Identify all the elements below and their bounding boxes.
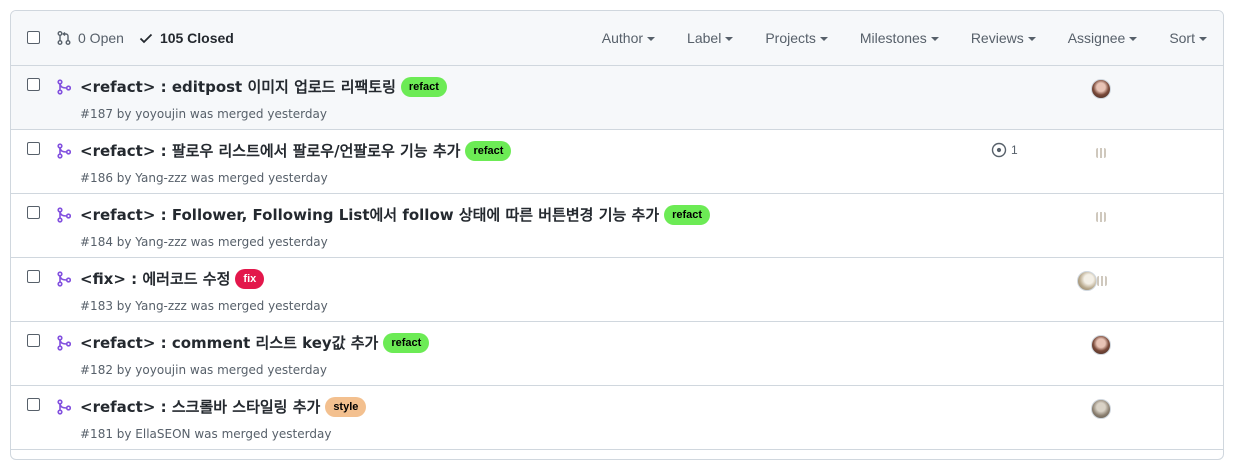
label-badge[interactable]: style: [325, 396, 367, 417]
avatar[interactable]: [1077, 271, 1097, 291]
merged-icon: [57, 399, 71, 415]
label-badge[interactable]: fix: [235, 268, 265, 289]
pull-request-title[interactable]: <refact> : comment 리스트 key값 추가: [80, 332, 378, 353]
caret-down-icon: [725, 37, 734, 41]
filter-label: Milestones: [859, 30, 927, 46]
pull-request-row: <refact> : Follower, Following List에서 fo…: [11, 194, 1223, 258]
assignee-avatars[interactable]: [1077, 271, 1107, 291]
comment-count: 1: [1011, 143, 1018, 157]
row-checkbox[interactable]: [27, 398, 40, 411]
merged-icon: [57, 207, 71, 223]
assignee-avatars[interactable]: [1096, 143, 1106, 158]
pull-request-row: <refact> : editpost 이미지 업로드 리팩토링 refact …: [11, 66, 1223, 130]
pull-request-title[interactable]: <refact> : 팔로우 리스트에서 팔로우/언팔로우 기능 추가: [80, 140, 460, 161]
pull-request-rows: <refact> : editpost 이미지 업로드 리팩토링 refact …: [11, 66, 1223, 450]
pull-request-row: <refact> : 팔로우 리스트에서 팔로우/언팔로우 기능 추가 refa…: [11, 130, 1223, 194]
pull-request-title[interactable]: <refact> : 스크롤바 스타일링 추가: [80, 396, 320, 417]
assignee-filter[interactable]: Assignee: [1068, 30, 1138, 46]
caret-down-icon: [819, 37, 828, 41]
pull-request-row: <refact> : 스크롤바 스타일링 추가 style #181 by El…: [11, 386, 1223, 450]
caret-down-icon: [1199, 37, 1207, 41]
pull-request-title[interactable]: <refact> : editpost 이미지 업로드 리팩토링: [80, 76, 396, 97]
filter-label: Projects: [765, 30, 816, 46]
avatar[interactable]: [1091, 79, 1111, 99]
assignee-avatars[interactable]: [1091, 335, 1111, 355]
pull-request-meta: #187 by yoyoujin was merged yesterday: [80, 107, 327, 121]
pull-request-meta: #186 by Yang-zzz was merged yesterday: [80, 171, 328, 185]
caret-down-icon: [930, 37, 939, 41]
label-badge[interactable]: refact: [664, 204, 711, 225]
reviews-filter[interactable]: Reviews: [971, 30, 1036, 46]
select-all-checkbox[interactable]: [27, 31, 40, 44]
merged-icon: [57, 143, 71, 159]
filter-label: Sort: [1169, 30, 1195, 46]
projects-filter[interactable]: Projects: [765, 30, 828, 46]
caret-down-icon: [647, 37, 656, 41]
avatar[interactable]: [1096, 148, 1106, 158]
pull-request-meta: #182 by yoyoujin was merged yesterday: [80, 363, 327, 377]
pull-request-title[interactable]: <fix> : 에러코드 수정: [80, 268, 230, 289]
pull-request-meta: #184 by Yang-zzz was merged yesterday: [80, 235, 328, 249]
pull-request-meta: #183 by Yang-zzz was merged yesterday: [80, 299, 328, 313]
merged-icon: [57, 79, 71, 95]
filter-label: Author: [601, 30, 644, 46]
row-checkbox[interactable]: [27, 206, 40, 219]
open-filter[interactable]: 0 Open: [56, 30, 124, 46]
row-checkbox[interactable]: [27, 78, 40, 91]
list-header: 0 Open 105 Closed Author Label Projects …: [11, 11, 1223, 66]
sort-filter[interactable]: Sort: [1169, 30, 1207, 46]
caret-down-icon: [1129, 37, 1138, 41]
row-checkbox[interactable]: [27, 334, 40, 347]
pull-request-row: <refact> : comment 리스트 key값 추가 refact #1…: [11, 322, 1223, 386]
comment-dot-icon: [991, 142, 1007, 158]
merged-icon: [57, 271, 71, 287]
row-checkbox[interactable]: [27, 270, 40, 283]
author-filter[interactable]: Author: [601, 30, 656, 46]
open-count-label: 0 Open: [78, 30, 124, 46]
comments-link[interactable]: 1: [991, 142, 1018, 158]
closed-count-label: 105 Closed: [159, 30, 234, 46]
pull-request-list: 0 Open 105 Closed Author Label Projects …: [10, 10, 1224, 460]
label-filter[interactable]: Label: [687, 30, 734, 46]
pull-request-title[interactable]: <refact> : Follower, Following List에서 fo…: [80, 204, 659, 225]
assignee-avatars[interactable]: [1091, 79, 1111, 99]
assignee-avatars[interactable]: [1091, 399, 1111, 419]
avatar[interactable]: [1096, 212, 1106, 222]
filter-label: Assignee: [1067, 30, 1126, 46]
row-checkbox[interactable]: [27, 142, 40, 155]
label-badge[interactable]: refact: [465, 140, 512, 161]
filter-label: Label: [687, 30, 722, 46]
avatar[interactable]: [1091, 399, 1111, 419]
assignee-avatars[interactable]: [1096, 207, 1106, 222]
pull-request-row: <fix> : 에러코드 수정 fix #183 by Yang-zzz was…: [11, 258, 1223, 322]
pull-request-meta: #181 by EllaSEON was merged yesterday: [80, 427, 332, 441]
closed-filter[interactable]: 105 Closed: [138, 30, 234, 46]
merged-icon: [57, 335, 71, 351]
label-badge[interactable]: refact: [383, 332, 430, 353]
caret-down-icon: [1027, 37, 1036, 41]
filter-label: Reviews: [970, 30, 1024, 46]
filter-bar: Author Label Projects Milestones Reviews…: [570, 30, 1207, 46]
check-icon: [139, 33, 153, 44]
milestones-filter[interactable]: Milestones: [860, 30, 939, 46]
state-toggle: 0 Open 105 Closed: [56, 30, 234, 46]
label-badge[interactable]: refact: [400, 76, 447, 97]
avatar[interactable]: [1097, 276, 1107, 286]
avatar[interactable]: [1091, 335, 1111, 355]
pull-request-icon: [57, 31, 71, 45]
